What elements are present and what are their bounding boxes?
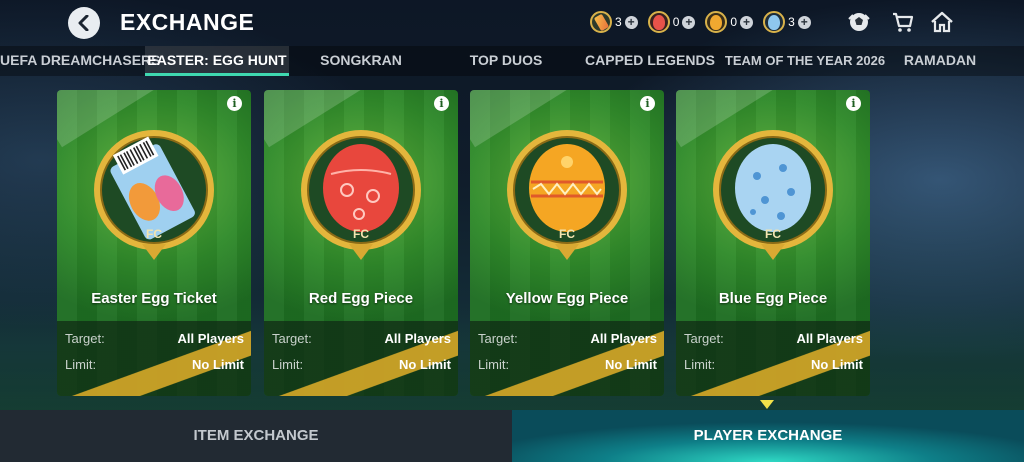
card-title: Red Egg Piece	[308, 290, 414, 307]
card-info: Target: All Players Limit: No Limit	[470, 321, 664, 396]
tab-ramadan[interactable]: RAMADAN	[888, 46, 992, 76]
tab-easter-egg-hunt[interactable]: EASTER: EGG HUNT	[145, 46, 289, 76]
limit-row: Limit: No Limit	[676, 357, 870, 377]
blue-egg-icon: FC	[713, 130, 833, 260]
tab-top-duos[interactable]: TOP DUOS	[446, 46, 566, 76]
home-icon[interactable]	[930, 11, 954, 33]
back-button[interactable]	[68, 7, 100, 39]
target-label: Target:	[272, 331, 312, 346]
yellow-egg-currency-icon	[705, 11, 728, 33]
cart-icon[interactable]	[891, 11, 915, 33]
svg-text:FC: FC	[559, 227, 575, 241]
add-currency-button[interactable]: +	[740, 15, 754, 29]
card-title: Yellow Egg Piece	[505, 290, 629, 307]
info-icon[interactable]: i	[227, 96, 242, 111]
exchange-card-yellow-egg-piece[interactable]: i FC Yellow Egg Piece Target: All Player…	[470, 90, 664, 396]
exchange-card-red-egg-piece[interactable]: i FC Red Egg Piece Target: All Players L…	[264, 90, 458, 396]
limit-label: Limit:	[478, 357, 510, 372]
limit-value: No Limit	[192, 357, 244, 372]
ball-icon[interactable]	[847, 11, 871, 33]
add-currency-button[interactable]: +	[682, 15, 696, 29]
card-info: Target: All Players Limit: No Limit	[57, 321, 251, 396]
limit-row: Limit: No Limit	[264, 357, 458, 377]
limit-label: Limit:	[272, 357, 304, 372]
card-info: Target: All Players Limit: No Limit	[676, 321, 870, 396]
card-title: Easter Egg Ticket	[91, 290, 217, 307]
tab-capped-legends[interactable]: CAPPED LEGENDS	[580, 46, 720, 76]
target-value: All Players	[590, 331, 658, 346]
svg-text:FC: FC	[765, 227, 781, 241]
tab-songkran[interactable]: SONGKRAN	[300, 46, 422, 76]
card-title: Blue Egg Piece	[718, 290, 828, 307]
tab-player-exchange[interactable]: PLAYER EXCHANGE	[512, 410, 1024, 462]
target-value: All Players	[796, 331, 864, 346]
add-currency-button[interactable]: +	[624, 15, 638, 29]
tab-item-exchange[interactable]: ITEM EXCHANGE	[0, 410, 512, 462]
info-icon[interactable]: i	[846, 96, 861, 111]
currency-count: 0	[672, 15, 680, 29]
target-label: Target:	[684, 331, 724, 346]
limit-row: Limit: No Limit	[57, 357, 251, 377]
currency-bar: 3 + 0 + 0 + 3 +	[590, 9, 821, 35]
yellow-egg-icon: FC	[507, 130, 627, 260]
target-value: All Players	[177, 331, 245, 346]
target-row: Target: All Players	[676, 331, 870, 351]
info-icon[interactable]: i	[640, 96, 655, 111]
currency-blue-egg[interactable]: 3 +	[763, 11, 811, 33]
exchange-card-easter-egg-ticket[interactable]: i FC Easter Egg Ticket Target: All Playe…	[57, 90, 251, 396]
event-tabs: UEFA DREAMCHASERS EASTER: EGG HUNT SONGK…	[0, 46, 1024, 76]
target-value: All Players	[384, 331, 452, 346]
currency-count: 3	[788, 15, 795, 29]
limit-value: No Limit	[811, 357, 863, 372]
card-info: Target: All Players Limit: No Limit	[264, 321, 458, 396]
exchange-card-blue-egg-piece[interactable]: i FC Blue Egg Piece Target: All Players …	[676, 90, 870, 396]
target-row: Target: All Players	[264, 331, 458, 351]
target-row: Target: All Players	[470, 331, 664, 351]
svg-text:FC: FC	[146, 227, 162, 241]
limit-value: No Limit	[399, 357, 451, 372]
target-label: Target:	[478, 331, 518, 346]
add-currency-button[interactable]: +	[797, 15, 811, 29]
ticket-currency-icon	[590, 11, 612, 33]
limit-row: Limit: No Limit	[470, 357, 664, 377]
selected-tab-marker	[760, 400, 774, 409]
easter-egg-ticket-icon: FC	[94, 130, 214, 260]
header: EXCHANGE 3 + 0 + 0 + 3 +	[0, 0, 1024, 44]
tab-team-of-the-year[interactable]: TEAM OF THE YEAR 2026	[724, 46, 886, 76]
red-egg-icon: FC	[301, 130, 421, 260]
target-label: Target:	[65, 331, 105, 346]
exchange-mode-tabs: ITEM EXCHANGE PLAYER EXCHANGE	[0, 410, 1024, 462]
svg-text:FC: FC	[353, 227, 369, 241]
info-icon[interactable]: i	[434, 96, 449, 111]
currency-red-egg[interactable]: 0 +	[647, 11, 696, 33]
limit-label: Limit:	[684, 357, 716, 372]
back-icon	[78, 15, 89, 31]
red-egg-currency-icon	[647, 11, 670, 33]
tab-uefa-dreamchasers[interactable]: UEFA DREAMCHASERS	[0, 46, 161, 76]
currency-count: 3	[615, 15, 622, 29]
target-row: Target: All Players	[57, 331, 251, 351]
currency-ticket[interactable]: 3 +	[590, 11, 638, 33]
limit-label: Limit:	[65, 357, 97, 372]
limit-value: No Limit	[605, 357, 657, 372]
blue-egg-currency-icon	[763, 11, 786, 33]
currency-yellow-egg[interactable]: 0 +	[705, 11, 754, 33]
page-title: EXCHANGE	[120, 9, 255, 35]
currency-count: 0	[730, 15, 738, 29]
